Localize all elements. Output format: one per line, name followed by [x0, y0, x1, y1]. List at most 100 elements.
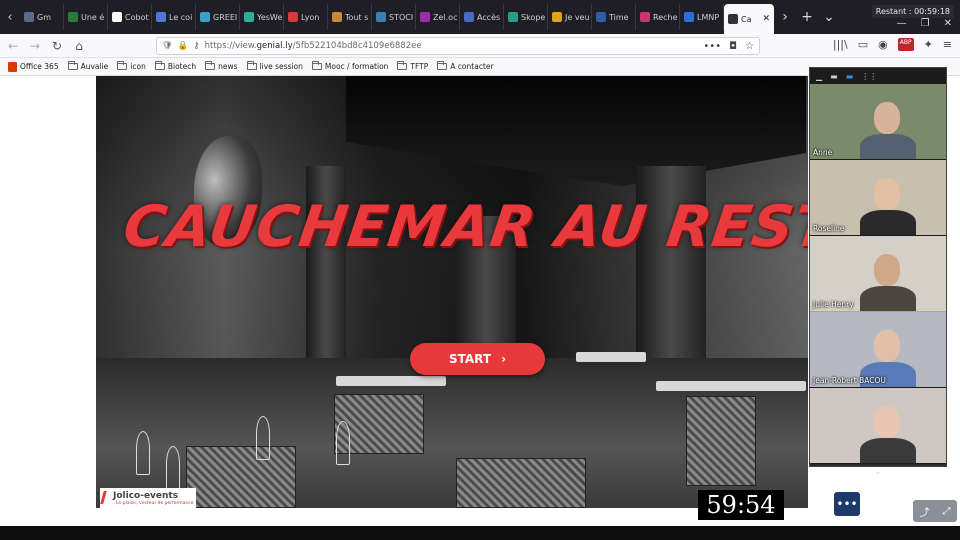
reload-button[interactable]: ↻: [50, 39, 64, 53]
url-bar[interactable]: 🛡 🔒 ⚷ https://view.genial.ly/5fb522104bd…: [156, 37, 760, 55]
bookmark-item[interactable]: TFTP: [397, 61, 428, 71]
folder-icon: [437, 61, 448, 70]
url-path: /5fb522104bd8c4109e6882ee: [292, 41, 422, 51]
tab-favicon-icon: [728, 14, 738, 24]
library-icon[interactable]: |||\: [833, 38, 848, 51]
person-head-shape: [874, 178, 900, 210]
minimize-button[interactable]: —: [897, 18, 907, 29]
participant-video-tile[interactable]: Jean-Robert BACOU: [810, 312, 946, 388]
genially-controls: ⤴ ⤢: [913, 500, 957, 522]
permissions-icon[interactable]: ⚷: [193, 41, 199, 51]
tab-favicon-icon: [552, 12, 562, 22]
game-title: CAUCHEMAR AU RESTAURANT: [119, 194, 808, 260]
bookmark-star-icon[interactable]: ☆: [745, 41, 754, 52]
bookmark-item[interactable]: A contacter: [437, 61, 494, 71]
home-button[interactable]: ⌂: [72, 39, 86, 53]
start-button[interactable]: START ›: [410, 343, 545, 375]
speaker-view-icon[interactable]: ▬: [846, 72, 854, 81]
bookmark-item[interactable]: live session: [246, 61, 303, 71]
bookmark-item[interactable]: Auvalie: [67, 61, 109, 71]
bookmark-item[interactable]: Biotech: [154, 61, 196, 71]
tab-label: Gm: [37, 12, 51, 22]
page-icon: [246, 61, 257, 70]
browser-tab[interactable]: Une é: [64, 4, 108, 30]
more-options-button[interactable]: •••: [834, 492, 860, 516]
browser-tab[interactable]: Le coi: [152, 4, 196, 30]
session-timer-badge: Restant : 00:59:18: [871, 5, 954, 18]
participant-name: Julie Henry: [813, 300, 854, 309]
lock-icon[interactable]: 🔒: [178, 41, 189, 51]
minimize-panel-icon[interactable]: ▁: [816, 72, 822, 81]
browser-tab[interactable]: Ca ✕: [724, 4, 774, 34]
pocket-icon[interactable]: ◘: [729, 41, 737, 52]
browser-tab[interactable]: Time: [592, 4, 636, 30]
restore-button[interactable]: ❐: [921, 18, 930, 29]
browser-tab[interactable]: Skope: [504, 4, 548, 30]
tab-favicon-icon: [508, 12, 518, 22]
url-host: genial.ly: [256, 41, 293, 51]
fullscreen-icon[interactable]: ⤢: [943, 506, 951, 517]
tab-label: Accès: [477, 12, 501, 22]
browser-tab[interactable]: LMNP: [680, 4, 724, 30]
browser-tab[interactable]: YesWe: [240, 4, 284, 30]
close-window-button[interactable]: ✕: [944, 18, 952, 29]
wine-glass-shape: [336, 421, 350, 465]
browser-tab[interactable]: Accès: [460, 4, 504, 30]
tab-label: GREEI: [213, 12, 238, 22]
browser-tab[interactable]: Lyon: [284, 4, 328, 30]
chair-shape: [686, 396, 756, 486]
bookmark-item[interactable]: Office 365: [8, 61, 59, 72]
tab-label: Zel.oc: [433, 12, 458, 22]
bookmark-label: Auvalie: [80, 62, 109, 71]
extension-icon[interactable]: ✦: [924, 38, 933, 51]
browser-tab[interactable]: Gm: [20, 4, 64, 30]
url-scheme: https://view.: [204, 41, 257, 51]
chair-shape: [186, 446, 296, 508]
back-button[interactable]: ←: [6, 39, 20, 53]
wine-glass-shape: [166, 446, 180, 490]
grid-view-icon[interactable]: ⋮⋮: [861, 72, 877, 81]
page-actions-button[interactable]: •••: [703, 41, 721, 52]
browser-tab[interactable]: GREEI: [196, 4, 240, 30]
account-icon[interactable]: ◉: [878, 38, 888, 51]
tab-scroll-right-button[interactable]: ›: [774, 9, 796, 25]
tab-strip: Gm Une é Cobot Le coi GREEI YesWe Lyon Tout s ST…: [20, 0, 774, 34]
browser-tab[interactable]: Tout s: [328, 4, 372, 30]
toolbar-icons: |||\ ▭ ◉ ABP ✦ ≡: [833, 38, 952, 51]
menu-icon[interactable]: ≡: [943, 38, 952, 51]
screen: ‹ Gm Une é Cobot Le coi GREEI YesWe Lyon Tout s…: [0, 0, 960, 540]
participant-video-tile[interactable]: Anne: [810, 84, 946, 160]
tab-bar: ‹ Gm Une é Cobot Le coi GREEI YesWe Lyon Tout s…: [0, 0, 960, 34]
logo-name: Jolico-events: [113, 490, 179, 501]
forward-button[interactable]: →: [28, 39, 42, 53]
participant-video-tile[interactable]: Roseline: [810, 160, 946, 236]
participant-video-tile[interactable]: [810, 388, 946, 464]
folder-icon: [154, 61, 165, 70]
bookmark-item[interactable]: Mooc / formation: [311, 61, 388, 71]
browser-tab[interactable]: Zel.oc: [416, 4, 460, 30]
scroll-down-button[interactable]: ⌄: [810, 464, 946, 478]
bookmark-item[interactable]: icon: [117, 61, 146, 71]
new-tab-button[interactable]: +: [796, 9, 818, 25]
tab-label: Skope: [521, 12, 546, 22]
tab-list-button[interactable]: ⌄: [818, 9, 840, 25]
adblock-icon[interactable]: ABP: [897, 38, 914, 51]
jolico-events-logo: Jolico-events Le plaisir, vecteur de per…: [100, 488, 196, 508]
browser-tab[interactable]: Cobot: [108, 4, 152, 30]
tab-favicon-icon: [244, 12, 254, 22]
strip-view-icon[interactable]: ▬: [830, 72, 838, 81]
tab-favicon-icon: [684, 12, 694, 22]
close-tab-icon[interactable]: ✕: [762, 14, 770, 24]
browser-tab[interactable]: STOCI: [372, 4, 416, 30]
countdown-clock: 59:54: [698, 490, 784, 520]
browser-tab[interactable]: Reche: [636, 4, 680, 30]
bookmark-item[interactable]: news: [205, 61, 238, 71]
sidebar-icon[interactable]: ▭: [858, 38, 868, 51]
participant-video-tile[interactable]: Julie Henry: [810, 236, 946, 312]
participant-list: Anne Roseline Julie Henry Jean-Robert BACOU: [810, 84, 946, 464]
browser-tab[interactable]: Je veu: [548, 4, 592, 30]
share-icon[interactable]: ⤴: [920, 504, 930, 519]
shield-icon[interactable]: 🛡: [162, 41, 173, 51]
tab-scroll-left-button[interactable]: ‹: [0, 0, 20, 34]
person-head-shape: [874, 102, 900, 134]
